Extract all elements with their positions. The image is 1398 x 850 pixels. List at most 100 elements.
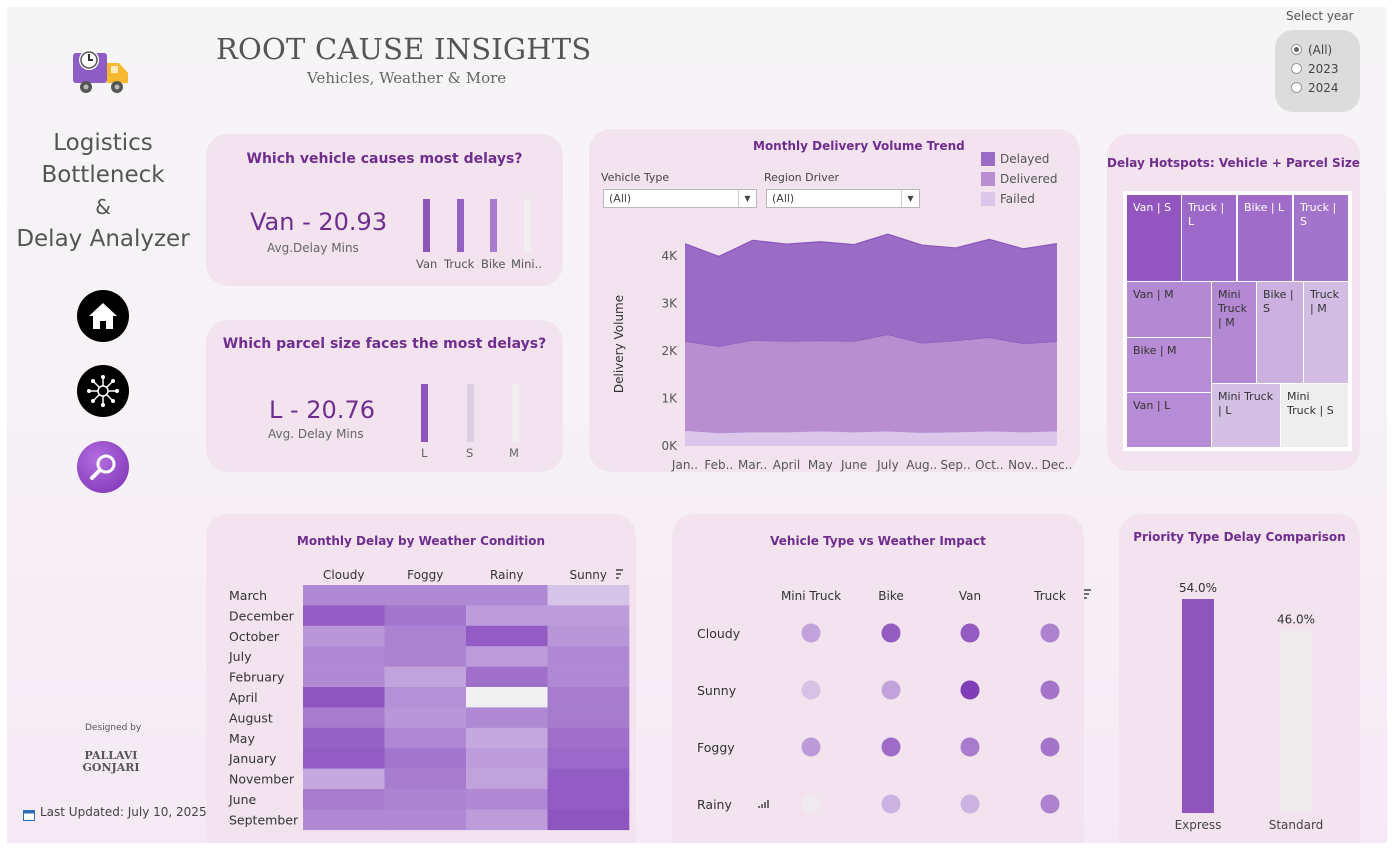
trend-area-chart[interactable]: 4K 3K 2K 1K 0K Delivery Volume Jan.. Feb.. Mar..…: [589, 129, 1080, 472]
treemap-cell[interactable]: Mini Truck | M: [1212, 282, 1256, 383]
matrix-bubble[interactable]: [801, 737, 821, 757]
heatmap-cell[interactable]: [466, 666, 548, 688]
treemap-cell[interactable]: Truck | M: [1304, 282, 1348, 383]
heatmap-cell[interactable]: [466, 646, 548, 667]
heatmap-cell[interactable]: [303, 687, 385, 708]
heatmap-cell[interactable]: [303, 646, 385, 667]
area-delivered[interactable]: [685, 334, 1057, 433]
matrix-bubble[interactable]: [960, 680, 980, 700]
heatmap-cell[interactable]: [384, 625, 467, 647]
nav-network-button[interactable]: [77, 365, 129, 417]
heatmap-cell[interactable]: [547, 789, 630, 810]
heatmap-cell[interactable]: [384, 646, 467, 667]
vehicle-kpi-bar[interactable]: [524, 199, 531, 252]
heatmap-cell[interactable]: [547, 809, 630, 831]
heatmap-cell[interactable]: [303, 768, 385, 790]
matrix-bubble[interactable]: [881, 623, 901, 643]
matrix-bubble[interactable]: [960, 737, 980, 757]
heatmap-cell[interactable]: [384, 585, 467, 606]
area-delayed[interactable]: [685, 234, 1057, 347]
sort-icon[interactable]: [616, 569, 623, 579]
vehicle-weather-matrix[interactable]: Mini Truck Bike Van Truck Cloudy Sunny Foggy Ra…: [672, 514, 1102, 843]
heatmap-cell[interactable]: [547, 646, 630, 667]
matrix-row-label: Sunny: [697, 683, 737, 698]
heatmap-cell[interactable]: [303, 748, 385, 769]
heatmap-cell[interactable]: [466, 687, 548, 708]
nav-search-button[interactable]: [77, 441, 129, 493]
heatmap-cell[interactable]: [547, 748, 630, 769]
heatmap-cell[interactable]: [384, 748, 467, 769]
heatmap-cell[interactable]: [303, 809, 385, 831]
heatmap-cell[interactable]: [547, 585, 630, 606]
heatmap-cell[interactable]: [547, 605, 630, 627]
matrix-bubble[interactable]: [801, 680, 821, 700]
heatmap-cell[interactable]: [384, 809, 467, 831]
heatmap-cell[interactable]: [466, 789, 548, 810]
matrix-bubble[interactable]: [881, 794, 901, 814]
matrix-bubble[interactable]: [881, 680, 901, 700]
treemap-cell[interactable]: Van | S: [1127, 195, 1181, 281]
heatmap-cell[interactable]: [384, 768, 467, 790]
matrix-bubble[interactable]: [1040, 623, 1060, 643]
heatmap-cell[interactable]: [384, 605, 467, 627]
matrix-bubble[interactable]: [1040, 737, 1060, 757]
heatmap-cell[interactable]: [547, 768, 630, 790]
vehicle-kpi-bar[interactable]: [490, 199, 497, 252]
treemap-cell[interactable]: Truck | L: [1182, 195, 1236, 281]
treemap-cell[interactable]: Truck | S: [1294, 195, 1348, 281]
year-option-all[interactable]: (All): [1291, 43, 1332, 57]
heatmap-cell[interactable]: [303, 727, 385, 749]
sort-icon[interactable]: [1084, 589, 1091, 599]
treemap-cell[interactable]: Bike | S: [1257, 282, 1303, 383]
heatmap-cell[interactable]: [303, 789, 385, 810]
priority-bar[interactable]: [1182, 599, 1214, 813]
heatmap-cell[interactable]: [466, 727, 548, 749]
vehicle-kpi-bar[interactable]: [457, 199, 464, 252]
heatmap-cell[interactable]: [384, 789, 467, 810]
treemap-cell[interactable]: Mini Truck | S: [1281, 384, 1348, 447]
parcel-kpi-bar[interactable]: [467, 384, 474, 442]
treemap-cell[interactable]: Van | M: [1127, 282, 1211, 337]
heatmap-cell[interactable]: [466, 707, 548, 729]
heatmap-cell[interactable]: [547, 727, 630, 749]
matrix-bubble[interactable]: [801, 794, 821, 814]
heatmap-cell[interactable]: [303, 625, 385, 647]
matrix-bubble[interactable]: [801, 623, 821, 643]
heatmap-cell[interactable]: [466, 605, 548, 627]
vehicle-kpi-bar[interactable]: [423, 199, 430, 252]
heatmap-cell[interactable]: [547, 625, 630, 647]
treemap-cell[interactable]: Bike | L: [1238, 195, 1292, 281]
matrix-bubble[interactable]: [960, 623, 980, 643]
parcel-kpi-bar[interactable]: [421, 384, 428, 442]
treemap-cell[interactable]: Bike | M: [1127, 338, 1211, 392]
matrix-bubble[interactable]: [1040, 794, 1060, 814]
matrix-bubble[interactable]: [881, 737, 901, 757]
heatmap-cell[interactable]: [303, 707, 385, 729]
heatmap-cell[interactable]: [466, 625, 548, 647]
heatmap-cell[interactable]: [303, 666, 385, 688]
heatmap-cell[interactable]: [466, 809, 548, 831]
heatmap-cell[interactable]: [303, 605, 385, 627]
year-option-2024[interactable]: 2024: [1291, 81, 1339, 95]
matrix-bubble[interactable]: [1040, 680, 1060, 700]
year-option-2023[interactable]: 2023: [1291, 62, 1339, 76]
heatmap-cell[interactable]: [466, 585, 548, 606]
heatmap-cell[interactable]: [547, 666, 630, 688]
heatmap-cell[interactable]: [384, 666, 467, 688]
heatmap-cell[interactable]: [466, 768, 548, 790]
heatmap-cell[interactable]: [547, 707, 630, 729]
heatmap-cell[interactable]: [384, 687, 467, 708]
heatmap-cell[interactable]: [384, 707, 467, 729]
weather-heatmap[interactable]: Cloudy Foggy Rainy Sunny March December Octobe…: [206, 514, 636, 843]
heatmap-cell[interactable]: [303, 585, 385, 606]
treemap-cell[interactable]: Van | L: [1127, 393, 1211, 447]
nav-home-button[interactable]: [77, 290, 129, 342]
heatmap-cell[interactable]: [384, 727, 467, 749]
treemap-cell[interactable]: Mini Truck | L: [1212, 384, 1280, 447]
heatmap-cell[interactable]: [547, 687, 630, 708]
heatmap-cell[interactable]: [466, 748, 548, 769]
priority-bar-chart[interactable]: 54.0% Express 46.0% Standard: [1119, 514, 1360, 843]
priority-bar[interactable]: [1280, 630, 1312, 813]
matrix-bubble[interactable]: [960, 794, 980, 814]
parcel-kpi-bar[interactable]: [512, 384, 519, 442]
